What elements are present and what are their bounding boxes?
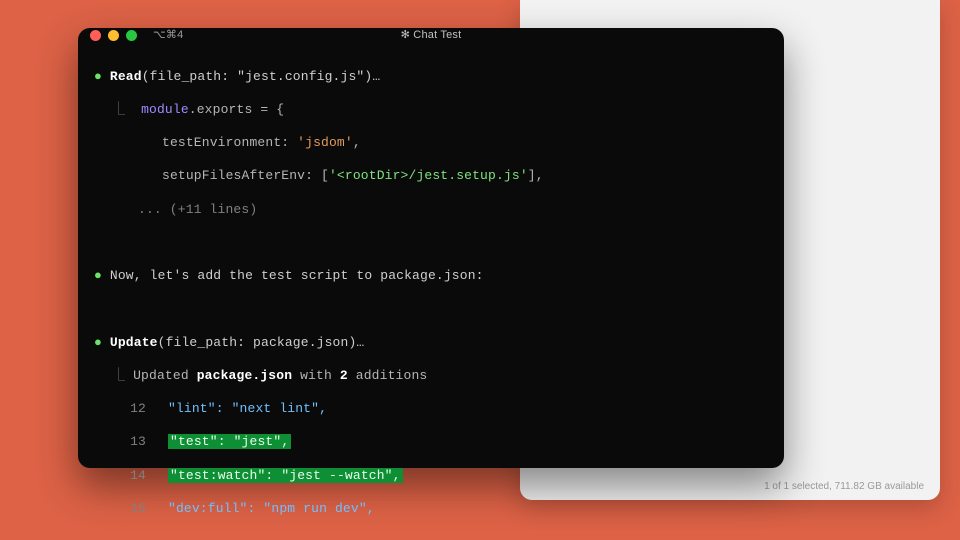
terminal-window: ⌥⌘4 ✻ Chat Test ● Read(file_path: "jest.… — [78, 28, 784, 468]
bullet-icon: ● — [94, 335, 102, 350]
bullet-icon: ● — [94, 268, 102, 283]
tool-name-read: Read — [110, 69, 142, 84]
code-keyword: module — [141, 102, 189, 117]
finder-status-text: 1 of 1 selected, 711.82 GB available — [764, 481, 924, 492]
assistant-narration: Now, let's add the test script to packag… — [110, 268, 484, 283]
close-icon[interactable] — [90, 30, 101, 41]
window-shortcut: ⌥⌘4 — [153, 28, 183, 42]
tool-arg-label: file_path: — [150, 69, 230, 84]
bullet-icon: ● — [94, 69, 102, 84]
window-title: ✻ Chat Test — [78, 28, 784, 42]
diff-line: 15"dev:full": "npm run dev", — [94, 501, 768, 518]
tree-branch-icon: ⎿ — [112, 368, 125, 383]
tool-arg-value: "jest.config.js" — [237, 69, 364, 84]
diff-line: 12"lint": "next lint", — [94, 401, 768, 418]
truncation-note: ... (+11 lines) — [138, 202, 257, 217]
updated-file: package.json — [197, 368, 292, 383]
tree-branch-icon: ⎿ — [112, 102, 125, 117]
diff-line-added: 13"test": "jest", — [94, 434, 768, 451]
diff-line-added: 14"test:watch": "jest --watch", — [94, 468, 768, 485]
traffic-lights — [90, 30, 137, 41]
tool-name-update: Update — [110, 335, 158, 350]
minimize-icon[interactable] — [108, 30, 119, 41]
titlebar: ⌥⌘4 ✻ Chat Test — [78, 28, 784, 42]
zoom-icon[interactable] — [126, 30, 137, 41]
terminal-body: ● Read(file_path: "jest.config.js")… ⎿ m… — [78, 42, 784, 540]
